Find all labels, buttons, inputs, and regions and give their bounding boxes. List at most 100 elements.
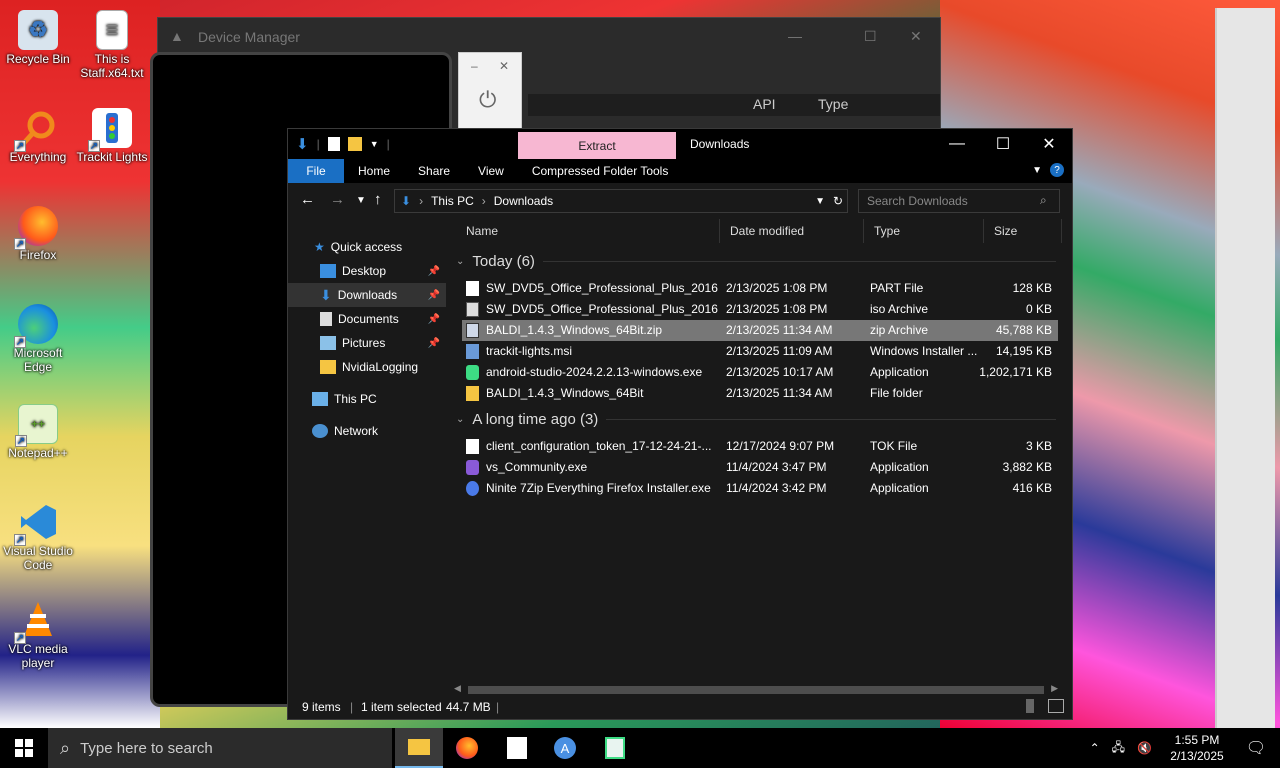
notifications-icon[interactable]: 🗨: [1232, 738, 1280, 758]
column-header-type[interactable]: Type: [864, 219, 984, 243]
device-manager-title: Device Manager: [198, 29, 300, 45]
help-icon[interactable]: ?: [1050, 163, 1064, 177]
desktop-icon-vlc[interactable]: ↗ VLC media player: [0, 600, 76, 670]
network-icon[interactable]: 🖧: [1112, 738, 1125, 759]
column-header-name[interactable]: Name: [456, 219, 720, 243]
minimize-button[interactable]: —: [788, 28, 802, 44]
file-name: BALDI_1.4.3_Windows_64Bit.zip: [486, 323, 663, 337]
large-icons-view-icon[interactable]: [1048, 699, 1064, 713]
edge-icon: ↗: [14, 304, 58, 348]
file-row[interactable]: trackit-lights.msi 2/13/2025 11:09 AM Wi…: [462, 341, 1058, 362]
back-arrow-icon[interactable]: ←: [300, 191, 315, 208]
extract-context-tab[interactable]: Extract: [518, 132, 676, 160]
nav-nvidialogging[interactable]: NvidiaLogging: [288, 355, 446, 379]
maximize-button[interactable]: ☐: [864, 28, 877, 45]
android-device-icon: [605, 737, 625, 759]
desktop-icon-vscode[interactable]: ↗ Visual Studio Code: [0, 502, 76, 572]
file-row[interactable]: SW_DVD5_Office_Professional_Plus_2016...…: [462, 299, 1058, 320]
breadcrumb-downloads[interactable]: Downloads: [494, 194, 553, 208]
address-bar[interactable]: ⬇ › This PC › Downloads ▼ ↻: [394, 189, 848, 213]
file-type: Windows Installer ...: [870, 344, 978, 358]
file-row-selected[interactable]: BALDI_1.4.3_Windows_64Bit.zip 2/13/2025 …: [462, 320, 1058, 341]
tab-home[interactable]: Home: [344, 159, 404, 183]
desktop-icon-label: Microsoft Edge: [13, 346, 63, 374]
address-bar-row: ← → ▼ ↑ ⬇ › This PC › Downloads ▼ ↻ Sear…: [288, 183, 1072, 219]
desktop-icon-trackit-lights[interactable]: ↗ Trackit Lights: [74, 108, 150, 164]
nav-desktop[interactable]: Desktop 📌: [288, 259, 446, 283]
folder-icon: [466, 386, 479, 401]
taskbar: ⌕ Type here to search A ⌃ 🖧 🔇 1:55 PM 2/…: [0, 728, 1280, 768]
file-name: Ninite 7Zip Everything Firefox Installer…: [486, 481, 711, 495]
group-divider: [606, 419, 1056, 420]
power-icon[interactable]: ⏻: [479, 87, 496, 113]
search-input[interactable]: Search Downloads: [858, 189, 1060, 213]
file-size: 128 KB: [1012, 281, 1052, 295]
close-button[interactable]: ✕: [910, 28, 922, 45]
column-header-size[interactable]: Size: [984, 219, 1062, 243]
desktop-icon-recycle-bin[interactable]: ♻ Recycle Bin: [0, 10, 76, 66]
taskbar-firefox[interactable]: [443, 728, 491, 768]
scroll-left-icon[interactable]: ◀: [454, 683, 461, 694]
scroll-right-icon[interactable]: ▶: [1051, 683, 1058, 694]
nav-pictures[interactable]: Pictures 📌: [288, 331, 446, 355]
tab-file[interactable]: File: [288, 159, 344, 183]
nav-quick-access[interactable]: ★ Quick access: [288, 235, 446, 259]
customize-dropdown-icon[interactable]: ▼: [370, 139, 379, 149]
pictures-icon: [320, 336, 336, 350]
new-folder-icon[interactable]: [347, 137, 362, 151]
maximize-button[interactable]: ☐: [980, 129, 1026, 159]
column-header-date[interactable]: Date modified: [720, 219, 864, 243]
tab-compressed-folder-tools[interactable]: Compressed Folder Tools: [518, 159, 683, 183]
volume-muted-icon[interactable]: 🔇: [1137, 741, 1152, 755]
taskbar-android-device-manager[interactable]: [591, 728, 639, 768]
chevron-up-icon[interactable]: ⌃: [1090, 741, 1100, 755]
minimize-icon[interactable]: –: [471, 59, 478, 73]
taskbar-search-box[interactable]: ⌕ Type here to search: [48, 728, 392, 768]
file-row[interactable]: Ninite 7Zip Everything Firefox Installer…: [462, 478, 1058, 499]
nav-downloads[interactable]: ⬇ Downloads 📌: [288, 283, 446, 307]
minimize-button[interactable]: —: [934, 129, 980, 159]
tab-share[interactable]: Share: [404, 159, 464, 183]
file-row[interactable]: client_configuration_token_17-12-24-21-.…: [462, 436, 1058, 457]
details-view-icon[interactable]: [1026, 699, 1034, 713]
file-row[interactable]: android-studio-2024.2.2.13-windows.exe 2…: [462, 362, 1058, 383]
scrollbar-thumb[interactable]: [468, 686, 1044, 694]
nav-this-pc[interactable]: This PC: [288, 387, 446, 411]
properties-icon[interactable]: [327, 137, 340, 151]
close-icon[interactable]: ✕: [499, 59, 509, 73]
desktop-icon-staff-txt[interactable]: ≡ This is Staff.x64.txt: [74, 10, 150, 80]
file-explorer-window[interactable]: ⬇ | ▼ | Extract Downloads — ☐ ✕ File Hom…: [287, 128, 1073, 720]
forward-arrow-icon[interactable]: →: [330, 191, 345, 208]
nav-network[interactable]: Network: [288, 419, 446, 443]
taskbar-app-store[interactable]: A: [541, 728, 589, 768]
clock[interactable]: 1:55 PM 2/13/2025: [1162, 732, 1232, 764]
refresh-icon[interactable]: ↻: [833, 194, 843, 208]
address-dropdown-icon[interactable]: ▼: [815, 196, 825, 207]
file-row[interactable]: BALDI_1.4.3_Windows_64Bit 2/13/2025 11:3…: [462, 383, 1058, 404]
recent-dropdown-icon[interactable]: ▼: [356, 195, 366, 206]
up-arrow-icon[interactable]: ↑: [374, 191, 382, 208]
group-header-today[interactable]: ⌄ Today (6): [456, 253, 1056, 270]
start-button[interactable]: [0, 728, 48, 768]
ninite-icon: [466, 481, 479, 496]
title-bar: ⬇ | ▼ | Extract Downloads — ☐ ✕: [288, 129, 1072, 160]
expand-ribbon-icon[interactable]: ▼: [1032, 165, 1042, 176]
nav-documents[interactable]: Documents 📌: [288, 307, 446, 331]
file-row[interactable]: SW_DVD5_Office_Professional_Plus_2016...…: [462, 278, 1058, 299]
desktop-icon-notepadpp[interactable]: ++ ↗ Notepad++: [0, 404, 76, 460]
desktop-icon-edge[interactable]: ↗ Microsoft Edge: [0, 304, 76, 374]
tab-view[interactable]: View: [464, 159, 518, 183]
group-header-long-ago[interactable]: ⌄ A long time ago (3): [456, 411, 1056, 428]
breadcrumb-this-pc[interactable]: This PC: [431, 194, 474, 208]
group-label: A long time ago (3): [472, 411, 599, 428]
close-button[interactable]: ✕: [1026, 129, 1072, 159]
desktop-icon-firefox[interactable]: ↗ Firefox: [0, 206, 76, 262]
file-row[interactable]: vs_Community.exe 11/4/2024 3:47 PM Appli…: [462, 457, 1058, 478]
taskbar-file-explorer[interactable]: [395, 728, 443, 768]
documents-icon: [320, 312, 332, 326]
text-file-icon: ≡: [96, 10, 128, 50]
search-icon: ⌕: [1040, 193, 1047, 207]
taskbar-trackit-lights[interactable]: [493, 728, 541, 768]
desktop-icon-everything[interactable]: ↗ Everything: [0, 108, 76, 164]
nav-label: Documents: [338, 312, 399, 326]
